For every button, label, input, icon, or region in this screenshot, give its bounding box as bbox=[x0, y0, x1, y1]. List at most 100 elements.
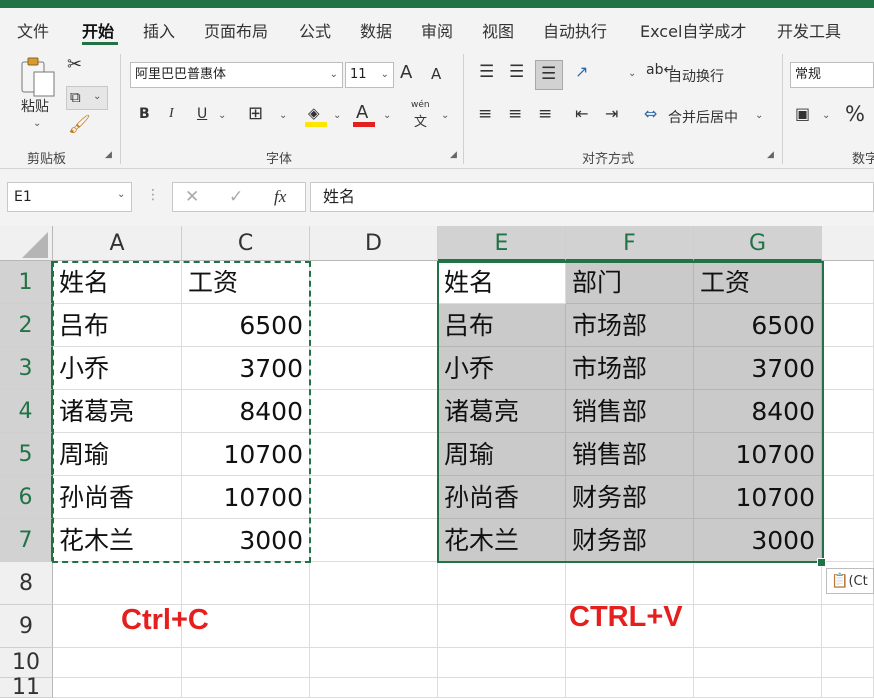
cell-h7[interactable] bbox=[822, 519, 874, 562]
font-size-select[interactable]: 11 ⌄ bbox=[345, 62, 394, 88]
tab-data[interactable]: 数据 bbox=[360, 18, 392, 42]
row-header-9[interactable]: 9 bbox=[0, 605, 53, 648]
cell-h10[interactable] bbox=[822, 648, 874, 678]
row-header-8[interactable]: 8 bbox=[0, 562, 53, 605]
row-header-5[interactable]: 5 bbox=[0, 433, 53, 476]
cell-h1[interactable] bbox=[822, 261, 874, 304]
align-bottom-button[interactable]: ☰ bbox=[535, 60, 563, 90]
cell-d2[interactable] bbox=[310, 304, 438, 347]
row-header-1[interactable]: 1 bbox=[0, 261, 53, 304]
cancel-entry-icon[interactable]: ✕ bbox=[185, 187, 199, 207]
decrease-indent-icon[interactable]: ⇤ bbox=[575, 104, 588, 123]
percent-style-button[interactable]: % bbox=[845, 102, 865, 126]
underline-button[interactable]: U bbox=[197, 106, 207, 122]
cell-d7[interactable] bbox=[310, 519, 438, 562]
orientation-icon[interactable]: ↗ bbox=[575, 62, 588, 81]
formula-input[interactable]: 姓名 bbox=[310, 182, 874, 212]
borders-icon[interactable]: ⊞ bbox=[248, 103, 263, 124]
column-header-c[interactable]: C bbox=[182, 226, 310, 261]
column-header-a[interactable]: A bbox=[53, 226, 182, 261]
cell-d4[interactable] bbox=[310, 390, 438, 433]
shrink-font-button[interactable]: A bbox=[431, 65, 441, 83]
merge-center-dropdown-icon[interactable]: ⌄ bbox=[755, 110, 763, 121]
confirm-entry-icon[interactable]: ✓ bbox=[229, 187, 243, 207]
paste-dropdown-icon[interactable]: ⌄ bbox=[33, 118, 41, 129]
cell-h11[interactable] bbox=[822, 678, 874, 698]
cell-g10[interactable] bbox=[694, 648, 822, 678]
number-format-select[interactable]: 常规 bbox=[790, 62, 874, 88]
font-color-dropdown-icon[interactable]: ⌄ bbox=[383, 110, 391, 121]
tab-review[interactable]: 审阅 bbox=[421, 18, 453, 42]
cell-d10[interactable] bbox=[310, 648, 438, 678]
worksheet-grid[interactable]: A C D E F G 1 2 3 4 5 6 7 8 9 10 11 姓名 工资 姓名 部门 工资 吕布 65… bbox=[0, 226, 874, 699]
copy-button[interactable]: ⧉ ⌄ bbox=[66, 86, 108, 110]
fill-handle[interactable] bbox=[817, 558, 826, 567]
tab-home[interactable]: 开始 bbox=[82, 18, 114, 42]
accounting-dropdown-icon[interactable]: ⌄ bbox=[822, 110, 830, 121]
column-header-f[interactable]: F bbox=[566, 226, 694, 261]
row-header-7[interactable]: 7 bbox=[0, 519, 53, 562]
format-painter-icon[interactable]: 🖌 bbox=[68, 114, 91, 135]
tab-insert[interactable]: 插入 bbox=[143, 18, 175, 42]
row-header-10[interactable]: 10 bbox=[0, 648, 53, 678]
cell-h3[interactable] bbox=[822, 347, 874, 390]
cell-a10[interactable] bbox=[53, 648, 182, 678]
cell-d5[interactable] bbox=[310, 433, 438, 476]
cell-h6[interactable] bbox=[822, 476, 874, 519]
name-box[interactable]: E1 bbox=[7, 182, 132, 212]
cell-d11[interactable] bbox=[310, 678, 438, 698]
cell-d8[interactable] bbox=[310, 562, 438, 605]
cut-icon[interactable]: ✂ bbox=[67, 54, 82, 75]
font-launcher-icon[interactable]: ◢ bbox=[450, 150, 457, 160]
row-header-2[interactable]: 2 bbox=[0, 304, 53, 347]
cell-f8[interactable] bbox=[566, 562, 694, 605]
increase-indent-icon[interactable]: ⇥ bbox=[605, 104, 618, 123]
paste-icon[interactable] bbox=[18, 56, 58, 98]
tab-formulas[interactable]: 公式 bbox=[299, 18, 331, 42]
tab-view[interactable]: 视图 bbox=[482, 18, 514, 42]
grow-font-button[interactable]: A bbox=[400, 62, 412, 83]
cell-h5[interactable] bbox=[822, 433, 874, 476]
fill-color-icon[interactable]: ◈ bbox=[305, 104, 327, 128]
column-header-e[interactable]: E bbox=[438, 226, 566, 261]
align-top-icon[interactable]: ☰ bbox=[479, 62, 494, 82]
cell-h9[interactable] bbox=[822, 605, 874, 648]
tab-automate[interactable]: 自动执行 bbox=[543, 18, 607, 42]
cell-g9[interactable] bbox=[694, 605, 822, 648]
underline-dropdown-icon[interactable]: ⌄ bbox=[218, 110, 226, 121]
align-left-icon[interactable]: ≡ bbox=[478, 104, 492, 124]
cell-e9[interactable] bbox=[438, 605, 566, 648]
name-box-dropdown-icon[interactable]: ⌄ bbox=[117, 189, 125, 200]
cell-c11[interactable] bbox=[182, 678, 310, 698]
clipboard-launcher-icon[interactable]: ◢ bbox=[105, 150, 112, 160]
row-header-4[interactable]: 4 bbox=[0, 390, 53, 433]
paste-button[interactable]: 粘贴 bbox=[21, 96, 49, 116]
cell-d6[interactable] bbox=[310, 476, 438, 519]
cell-h4[interactable] bbox=[822, 390, 874, 433]
paste-options-button[interactable]: 📋(Ct bbox=[826, 568, 874, 594]
tab-developer[interactable]: 开发工具 bbox=[777, 18, 841, 42]
cell-d9[interactable] bbox=[310, 605, 438, 648]
accounting-format-icon[interactable]: ▣ bbox=[795, 104, 810, 123]
cell-e8[interactable] bbox=[438, 562, 566, 605]
cell-d3[interactable] bbox=[310, 347, 438, 390]
column-header-g[interactable]: G bbox=[694, 226, 822, 261]
merge-center-button[interactable]: 合并后居中 bbox=[668, 107, 738, 127]
row-header-11[interactable]: 11 bbox=[0, 677, 53, 699]
cell-e10[interactable] bbox=[438, 648, 566, 678]
cell-f11[interactable] bbox=[566, 678, 694, 698]
align-right-icon[interactable]: ≡ bbox=[538, 104, 552, 124]
cell-e11[interactable] bbox=[438, 678, 566, 698]
cell-d1[interactable] bbox=[310, 261, 438, 304]
column-header-extra[interactable] bbox=[822, 226, 874, 261]
cell-c8[interactable] bbox=[182, 562, 310, 605]
copy-dropdown-icon[interactable]: ⌄ bbox=[93, 91, 101, 102]
insert-function-icon[interactable]: fx bbox=[274, 187, 286, 207]
cell-c10[interactable] bbox=[182, 648, 310, 678]
cell-g8[interactable] bbox=[694, 562, 822, 605]
row-header-6[interactable]: 6 bbox=[0, 476, 53, 519]
phonetic-dropdown-icon[interactable]: ⌄ bbox=[441, 110, 449, 121]
italic-button[interactable]: I bbox=[169, 106, 174, 122]
merge-center-icon[interactable]: ⇔ bbox=[644, 104, 657, 123]
orientation-dropdown-icon[interactable]: ⌄ bbox=[628, 68, 636, 79]
